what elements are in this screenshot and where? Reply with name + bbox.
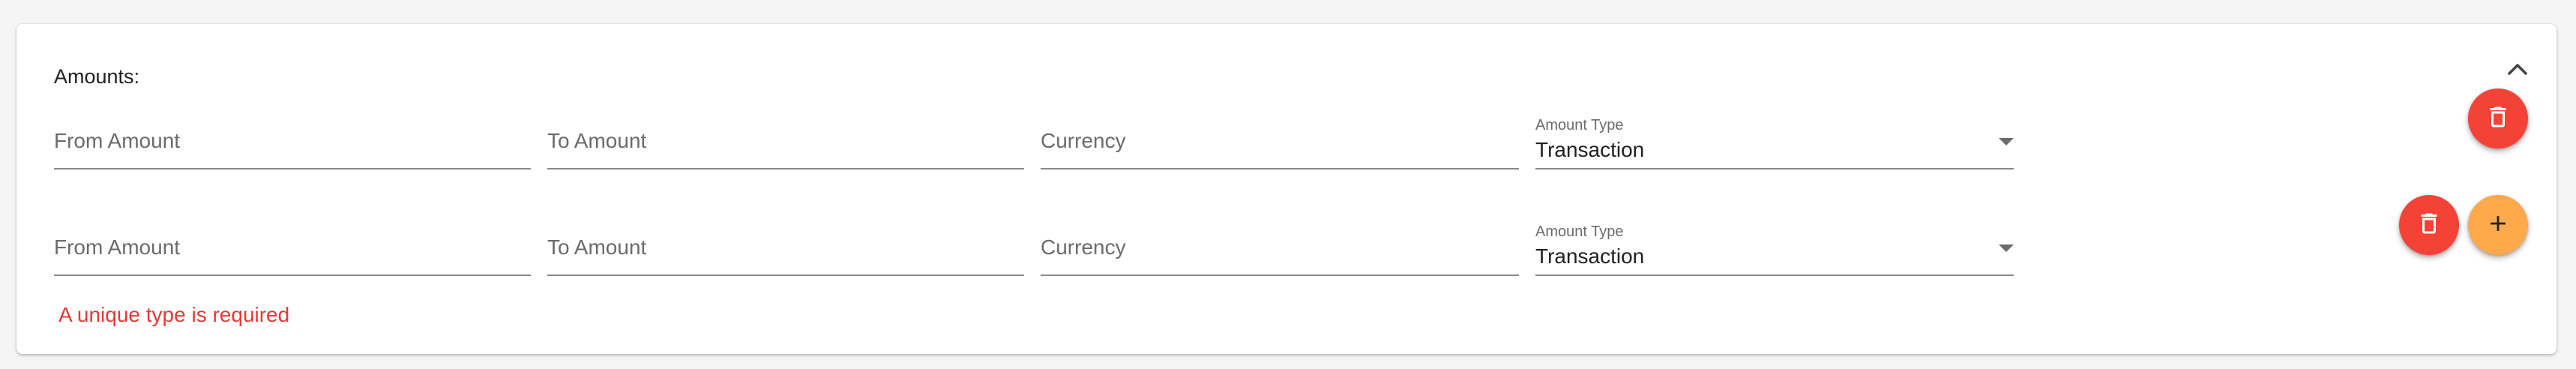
delete-row-button[interactable] xyxy=(2399,195,2459,255)
currency-placeholder: Currency xyxy=(1041,236,1126,259)
section-title: Amounts: xyxy=(54,65,140,88)
collapse-button[interactable] xyxy=(2504,57,2531,84)
from-amount-field[interactable]: From Amount xyxy=(54,200,531,276)
to-amount-placeholder: To Amount xyxy=(547,129,647,152)
from-amount-placeholder: From Amount xyxy=(54,236,181,259)
amounts-panel: Amounts: From Amount To Amount Currency … xyxy=(16,24,2557,354)
dropdown-arrow-icon xyxy=(1999,138,2014,146)
delete-row-button[interactable] xyxy=(2468,88,2528,148)
amount-type-label: Amount Type xyxy=(1535,117,1624,134)
amount-type-value: Transaction xyxy=(1535,138,1645,161)
validation-error: A unique type is required xyxy=(58,303,290,326)
plus-icon xyxy=(2485,211,2511,240)
amount-type-select[interactable]: Amount Type Transaction xyxy=(1535,93,2014,170)
add-row-button[interactable] xyxy=(2468,195,2528,255)
currency-field[interactable]: Currency xyxy=(1041,200,1519,276)
currency-field[interactable]: Currency xyxy=(1041,93,1519,170)
to-amount-field[interactable]: To Amount xyxy=(547,200,1024,276)
amount-type-label: Amount Type xyxy=(1535,224,1624,240)
from-amount-placeholder: From Amount xyxy=(54,129,181,152)
amount-row: From Amount To Amount Currency Amount Ty… xyxy=(16,93,2557,170)
dropdown-arrow-icon xyxy=(1999,244,2014,252)
chevron-up-icon xyxy=(2507,62,2528,80)
to-amount-field[interactable]: To Amount xyxy=(547,93,1024,170)
currency-placeholder: Currency xyxy=(1041,129,1126,152)
amount-type-select[interactable]: Amount Type Transaction xyxy=(1535,200,2014,276)
to-amount-placeholder: To Amount xyxy=(547,236,647,259)
trash-icon xyxy=(2416,208,2443,242)
trash-icon xyxy=(2485,102,2512,136)
from-amount-field[interactable]: From Amount xyxy=(54,93,531,170)
amount-row: From Amount To Amount Currency Amount Ty… xyxy=(16,200,2557,276)
amount-type-value: Transaction xyxy=(1535,244,1645,268)
